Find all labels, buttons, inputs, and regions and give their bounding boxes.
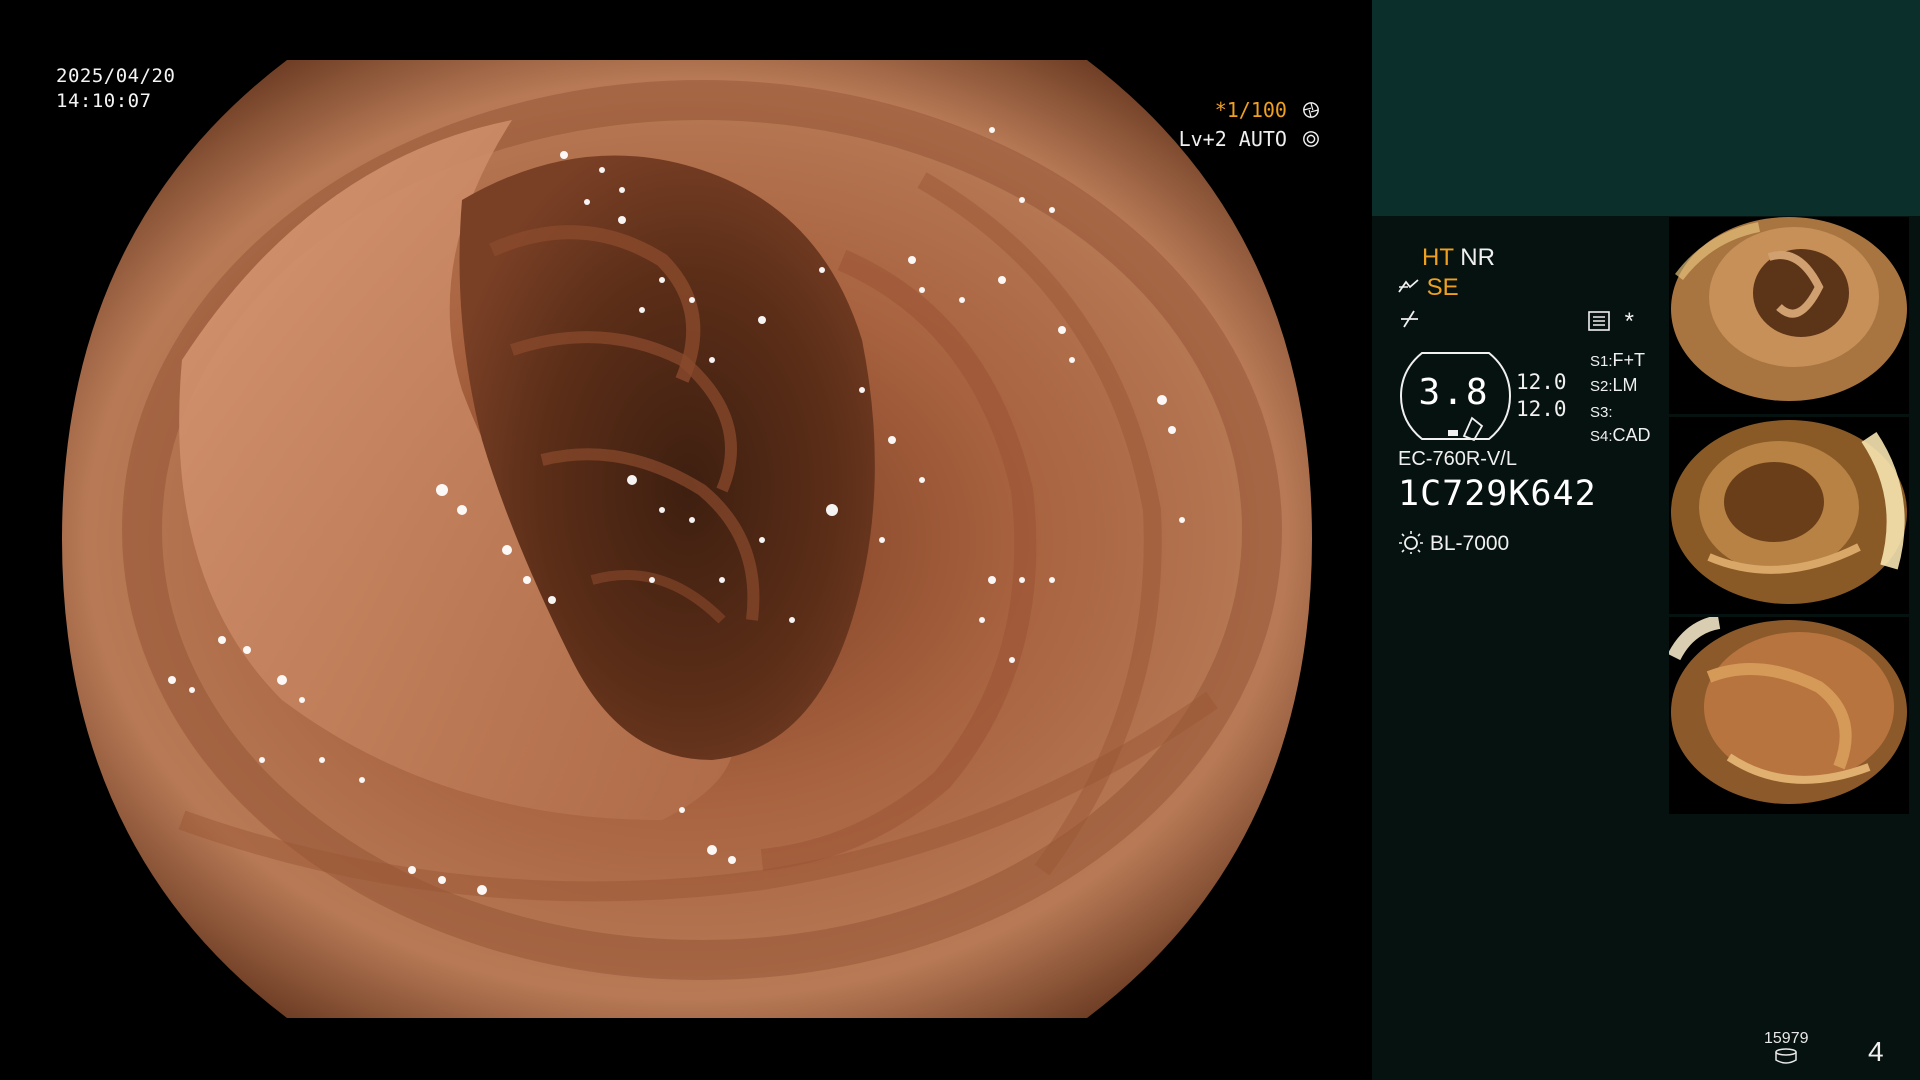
- light-bulb-icon: [1399, 531, 1423, 554]
- light-source-row: BL-7000: [1398, 530, 1509, 556]
- date-time-display: 2025/04/20 14:10:07: [56, 64, 175, 114]
- switch-s1: S1:F+T: [1590, 350, 1645, 371]
- scope-serial: 1C729K642: [1398, 474, 1597, 514]
- switch-s2: S2:LM: [1590, 375, 1638, 396]
- menu-row: *: [1588, 308, 1634, 336]
- switch-s2-key: S2:: [1590, 378, 1613, 395]
- endoscope-view: 2025/04/20 14:10:07 *1/100 Lv+2 AUTO: [0, 0, 1372, 1080]
- shutter-speed-row: *1/100: [1215, 98, 1320, 122]
- side-value-2: 12.0: [1516, 397, 1567, 421]
- image-counter: 15979: [1764, 1030, 1809, 1069]
- switch-s1-key: S1:: [1590, 353, 1613, 370]
- ht-mode-label: HT: [1422, 244, 1454, 271]
- captured-thumbnail-1[interactable]: [1669, 217, 1909, 414]
- switch-s4-key: S4:: [1590, 428, 1613, 445]
- menu-list-icon: [1588, 311, 1610, 331]
- captured-thumbnail-3[interactable]: [1669, 617, 1909, 814]
- settings-block: HT NR SE * 3.8 12.0 12.0 S1:F+T S2:LM S3…: [1398, 230, 1698, 570]
- endoscopic-image: [62, 60, 1312, 1018]
- se-mode-label: SE: [1426, 274, 1459, 301]
- scope-model: EC-760R-V/L: [1398, 448, 1517, 470]
- image-count-text: 15979: [1764, 1030, 1809, 1047]
- status-panel: HT NR SE * 3.8 12.0 12.0 S1:F+T S2:LM S3…: [1372, 0, 1920, 1080]
- nr-mode-label: NR: [1460, 244, 1495, 271]
- light-source-text: BL-7000: [1429, 532, 1510, 555]
- brightness-level-text: Lv+2 AUTO: [1178, 127, 1287, 151]
- water-jet-icon: [1401, 310, 1418, 328]
- shutter-icon: [1303, 102, 1319, 118]
- side-value-1: 12.0: [1516, 370, 1567, 394]
- zoom-value: 3.8: [1418, 372, 1490, 413]
- switch-s3: S3:: [1590, 401, 1613, 422]
- captured-thumbnail-2[interactable]: [1669, 417, 1909, 614]
- auto-iris-icon: [1303, 131, 1319, 147]
- star-indicator: *: [1624, 308, 1635, 335]
- mode-row-3: [1400, 308, 1420, 336]
- scope-tool-icon: [1398, 279, 1419, 293]
- header-band: [1372, 0, 1920, 216]
- time-text: 14:10:07: [56, 90, 152, 112]
- switch-s3-key: S3:: [1590, 404, 1613, 421]
- date-text: 2025/04/20: [56, 65, 176, 87]
- storage-icon: [1775, 1048, 1797, 1064]
- brightness-level-row: Lv+2 AUTO: [1179, 127, 1320, 151]
- switch-s4: S4:CAD: [1590, 425, 1651, 446]
- mode-row-2: SE: [1398, 274, 1459, 302]
- mode-row-1: HT NR: [1422, 244, 1495, 272]
- switch-s2-value: LM: [1612, 375, 1638, 395]
- shutter-speed-text: *1/100: [1214, 98, 1287, 122]
- switch-s1-value: F+T: [1612, 350, 1646, 370]
- switch-s4-value: CAD: [1612, 425, 1651, 445]
- page-number: 4: [1868, 1036, 1884, 1067]
